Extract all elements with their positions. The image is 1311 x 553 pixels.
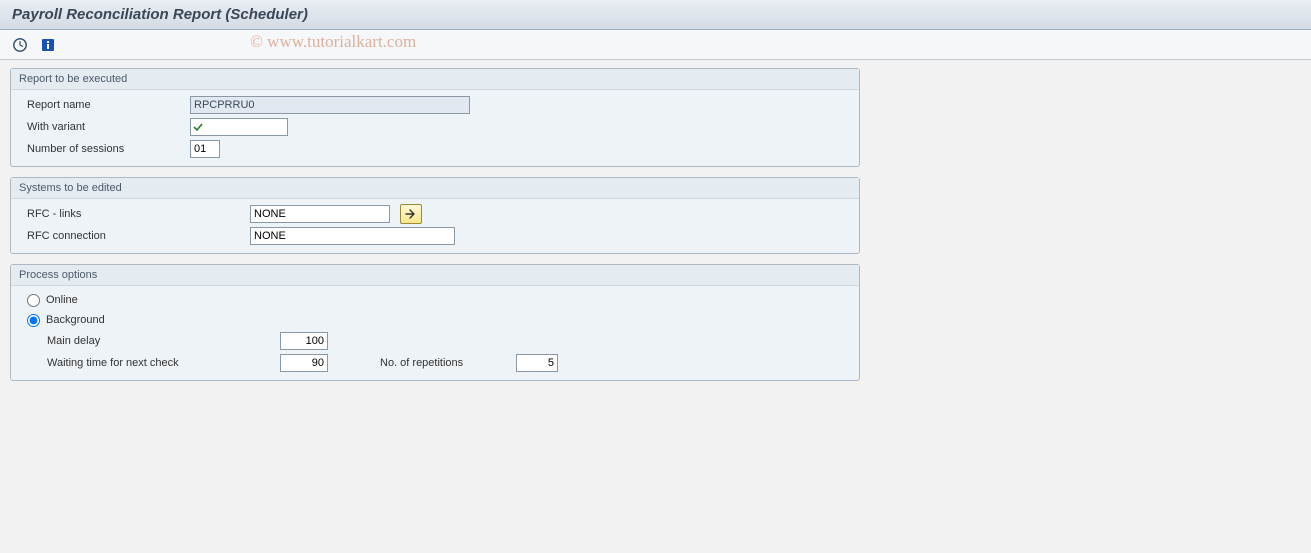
clock-execute-icon [12,37,28,53]
rfc-conn-field[interactable] [250,227,455,245]
group-report: Report to be executed Report name With v… [10,68,860,167]
online-radio[interactable] [27,294,40,307]
reps-field[interactable] [516,354,558,372]
arrow-right-icon [405,209,417,219]
report-name-field[interactable] [190,96,470,114]
group-systems: Systems to be edited RFC - links RFC con… [10,177,860,254]
info-icon [40,37,56,53]
group-process: Process options Online Background Main d… [10,264,860,381]
sessions-label: Number of sessions [19,143,184,155]
title-bar: Payroll Reconciliation Report (Scheduler… [0,0,1311,30]
wait-time-field[interactable] [280,354,328,372]
execute-button[interactable] [10,35,30,55]
watermark-text: © www.tutorialkart.com [250,32,416,52]
main-delay-label: Main delay [19,335,274,347]
with-variant-field[interactable] [190,118,288,136]
group-systems-title: Systems to be edited [11,178,859,199]
page-title: Payroll Reconciliation Report (Scheduler… [12,6,1299,23]
sessions-field[interactable] [190,140,220,158]
info-button[interactable] [38,35,58,55]
rfc-conn-label: RFC connection [19,230,244,242]
online-radio-label: Online [46,294,78,306]
rfc-links-label: RFC - links [19,208,244,220]
background-radio[interactable] [27,314,40,327]
rfc-links-select-button[interactable] [400,204,422,224]
report-name-label: Report name [19,99,184,111]
background-radio-label: Background [46,314,105,326]
group-process-title: Process options [11,265,859,286]
main-delay-field[interactable] [280,332,328,350]
reps-label: No. of repetitions [370,357,510,369]
content-area: Report to be executed Report name With v… [0,60,1311,389]
toolbar: © www.tutorialkart.com [0,30,1311,60]
with-variant-label: With variant [19,121,184,133]
rfc-links-field[interactable] [250,205,390,223]
group-report-title: Report to be executed [11,69,859,90]
wait-time-label: Waiting time for next check [19,357,274,369]
